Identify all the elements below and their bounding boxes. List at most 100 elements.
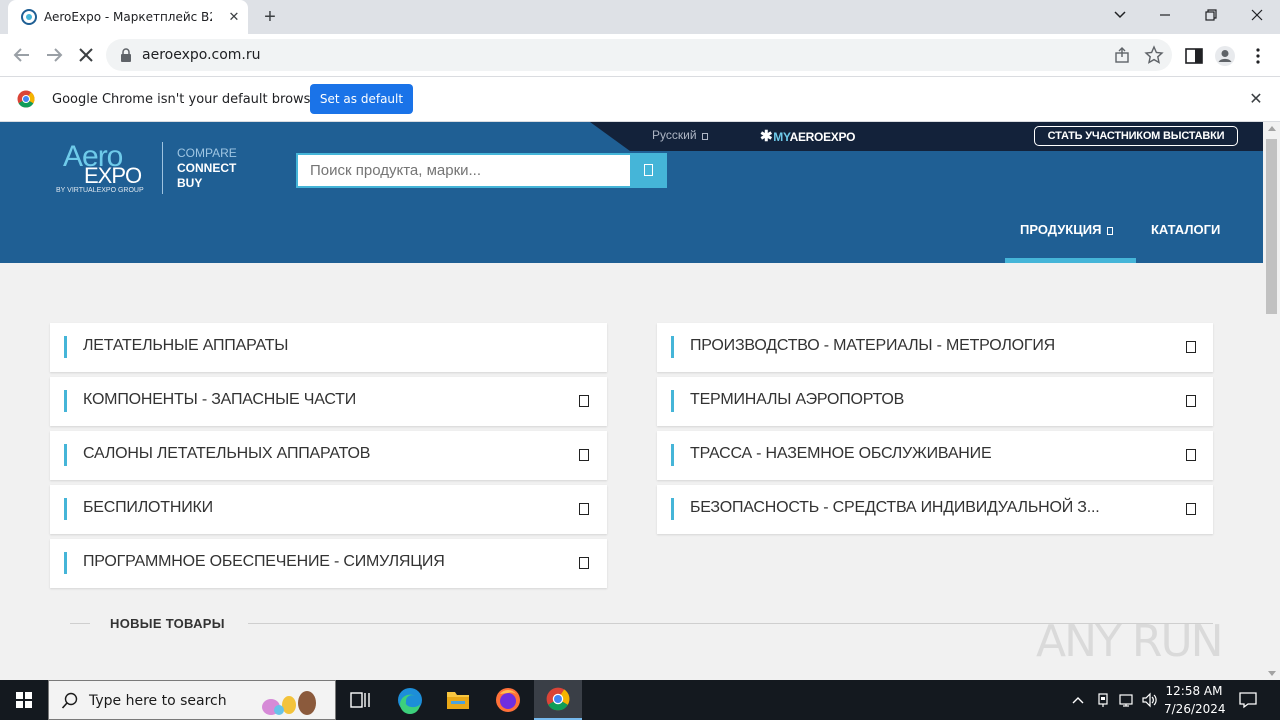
heading-rule-left (70, 623, 90, 624)
chrome-icon[interactable] (534, 680, 582, 720)
expand-icon[interactable] (1186, 449, 1196, 461)
category-label: БЕСПИЛОТНИКИ (83, 499, 213, 516)
card-accent-bar (64, 444, 67, 466)
new-tab-button[interactable]: + (260, 7, 280, 27)
category-card[interactable]: ПРОИЗВОДСТВО - МАТЕРИАЛЫ - МЕТРОЛОГИЯ (657, 323, 1213, 372)
close-window-icon[interactable] (1245, 5, 1269, 25)
forward-icon[interactable] (42, 43, 66, 67)
expand-icon[interactable] (1186, 503, 1196, 515)
my-aeroexpo-link[interactable]: ✱MYAEROEXPO (760, 127, 856, 145)
watermark-text: ANY RUN (1036, 616, 1224, 667)
search-button[interactable] (630, 153, 667, 188)
expand-icon[interactable] (579, 503, 589, 515)
lock-icon[interactable] (120, 48, 132, 62)
expand-icon[interactable] (579, 449, 589, 461)
category-label: ПРОИЗВОДСТВО - МАТЕРИАЛЫ - МЕТРОЛОГИЯ (690, 337, 1055, 354)
card-accent-bar (64, 498, 67, 520)
expand-icon[interactable] (579, 557, 589, 569)
set-as-default-button[interactable]: Set as default (310, 84, 413, 114)
nav-products[interactable]: ПРОДУКЦИЯ (1005, 212, 1136, 263)
language-label: Русский (652, 128, 697, 142)
back-icon[interactable] (10, 43, 34, 67)
infobar-message: Google Chrome isn't your default browser (52, 92, 324, 107)
menu-kebab-icon[interactable] (1247, 45, 1269, 67)
become-exhibitor-button[interactable]: СТАТЬ УЧАСТНИКОМ ВЫСТАВКИ (1034, 126, 1238, 146)
page-viewport: Русский ✱MYAEROEXPO СТАТЬ УЧАСТНИКОМ ВЫС… (0, 122, 1263, 680)
expand-icon[interactable] (579, 395, 589, 407)
bookmark-star-icon[interactable] (1144, 45, 1164, 65)
new-products-title: НОВЫЕ ТОВАРЫ (110, 616, 225, 631)
restore-icon[interactable] (1199, 5, 1223, 25)
card-accent-bar (671, 498, 674, 520)
tab-search-chevron-icon[interactable] (1108, 5, 1132, 25)
category-card[interactable]: БЕСПИЛОТНИКИ (50, 485, 607, 534)
expand-icon[interactable] (1186, 341, 1196, 353)
scroll-up-arrow-icon[interactable] (1268, 126, 1276, 131)
category-card[interactable]: ТЕРМИНАЛЫ АЭРОПОРТОВ (657, 377, 1213, 426)
usb-device-icon[interactable] (1095, 691, 1111, 709)
file-explorer-icon[interactable] (434, 680, 482, 720)
network-icon[interactable] (1118, 691, 1136, 709)
nav-catalogs[interactable]: КАТАЛОГИ (1151, 222, 1220, 237)
url-text[interactable]: aeroexpo.com.ru (142, 47, 261, 63)
tab-strip: AeroExpo - Маркетплейс B2B в ✕ + (0, 0, 1280, 34)
category-label: ТРАССА - НАЗЕМНОЕ ОБСЛУЖИВАНИЕ (690, 445, 992, 462)
notifications-icon[interactable] (1238, 690, 1258, 710)
scroll-down-arrow-icon[interactable] (1268, 671, 1276, 676)
card-accent-bar (671, 336, 674, 358)
page-scrollbar[interactable] (1263, 122, 1280, 680)
stop-loading-icon[interactable] (74, 43, 98, 67)
address-bar[interactable]: aeroexpo.com.ru (106, 39, 1172, 71)
tab-close-icon[interactable]: ✕ (226, 9, 242, 25)
task-view-icon[interactable] (336, 680, 384, 720)
side-panel-icon[interactable] (1183, 45, 1205, 67)
aeroexpo-favicon-icon (21, 9, 37, 25)
category-label: ПРОГРАММНОЕ ОБЕСПЕЧЕНИЕ - СИМУЛЯЦИЯ (83, 553, 445, 570)
chrome-logo-icon (17, 90, 35, 108)
minimize-icon[interactable] (1153, 5, 1177, 25)
asterisk-icon: ✱ (760, 128, 773, 145)
category-card[interactable]: БЕЗОПАСНОСТЬ - СРЕДСТВА ИНДИВИДУАЛЬНОЙ З… (657, 485, 1213, 534)
card-accent-bar (64, 390, 67, 412)
category-card[interactable]: САЛОНЫ ЛЕТАТЕЛЬНЫХ АППАРАТОВ (50, 431, 607, 480)
taskbar-search-box[interactable]: Type here to search (48, 680, 336, 720)
edge-icon[interactable] (386, 680, 434, 720)
card-accent-bar (64, 336, 67, 358)
scroll-thumb[interactable] (1266, 139, 1277, 314)
category-label: САЛОНЫ ЛЕТАТЕЛЬНЫХ АППАРАТОВ (83, 445, 371, 462)
card-accent-bar (64, 552, 67, 574)
category-label: ЛЕТАТЕЛЬНЫЕ АППАРАТЫ (83, 337, 289, 354)
chevron-down-icon (1107, 227, 1114, 235)
default-browser-infobar: Google Chrome isn't your default browser… (0, 77, 1280, 122)
tab-title: AeroExpo - Маркетплейс B2B в (44, 10, 212, 24)
category-label: КОМПОНЕНТЫ - ЗАПАСНЫЕ ЧАСТИ (83, 391, 357, 408)
windows-taskbar: Type here to search 12:58 AM 7/26/2024 (0, 680, 1280, 720)
nav-products-label: ПРОДУКЦИЯ (1020, 222, 1102, 237)
windows-start-icon[interactable] (0, 680, 48, 720)
language-selector[interactable]: Русский (652, 128, 708, 142)
browser-tab[interactable]: AeroExpo - Маркетплейс B2B в ✕ (8, 0, 248, 34)
share-icon[interactable] (1112, 45, 1132, 65)
anyrun-watermark: ANY RUN (1036, 610, 1236, 670)
logo-by-text: BY VIRTUALEXPO GROUP (56, 187, 144, 194)
category-card[interactable]: ЛЕТАТЕЛЬНЫЕ АППАРАТЫ (50, 323, 607, 372)
show-hidden-icons-chevron-icon[interactable] (1071, 692, 1085, 708)
clock-date[interactable]: 7/26/2024 (1164, 702, 1226, 716)
logo-divider (162, 142, 163, 194)
category-card[interactable]: ТРАССА - НАЗЕМНОЕ ОБСЛУЖИВАНИЕ (657, 431, 1213, 480)
expand-icon[interactable] (1186, 395, 1196, 407)
aeroexpo-logo[interactable]: Aero EXPO BY VIRTUALEXPO GROUP COMPARE C… (56, 140, 246, 198)
clock-time[interactable]: 12:58 AM (1164, 684, 1224, 698)
volume-icon[interactable] (1141, 691, 1159, 709)
browser-toolbar: aeroexpo.com.ru (0, 34, 1280, 77)
product-search-input[interactable] (310, 162, 620, 179)
infobar-close-icon[interactable]: ✕ (1246, 90, 1266, 110)
taskbar-search-text: Type here to search (89, 693, 227, 709)
card-accent-bar (671, 390, 674, 412)
category-card[interactable]: КОМПОНЕНТЫ - ЗАПАСНЫЕ ЧАСТИ (50, 377, 607, 426)
firefox-icon[interactable] (484, 680, 532, 720)
profile-icon[interactable] (1214, 45, 1236, 67)
my-brand: AEROEXPO (789, 130, 856, 144)
category-card[interactable]: ПРОГРАММНОЕ ОБЕСПЕЧЕНИЕ - СИМУЛЯЦИЯ (50, 539, 607, 588)
search-icon (644, 164, 653, 176)
